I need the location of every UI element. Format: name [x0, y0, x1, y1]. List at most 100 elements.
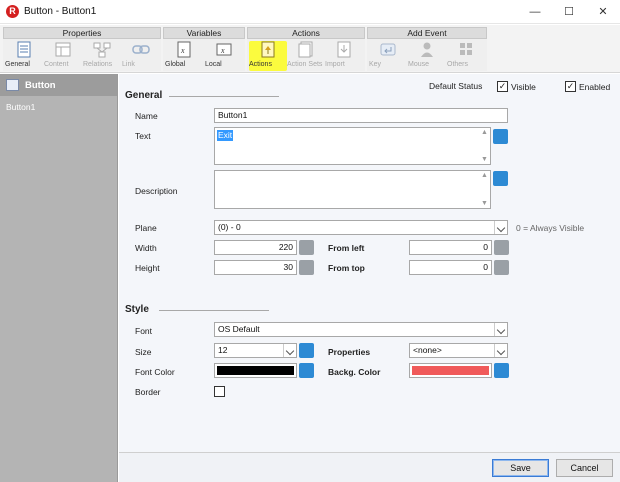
- font-color-label: Font Color: [135, 367, 175, 377]
- style-section-title: Style: [125, 304, 149, 315]
- backg-color-fill: [412, 366, 489, 375]
- local-variables-button[interactable]: x Local: [205, 41, 243, 71]
- properties-group: Properties General Content Relations Lin…: [3, 27, 161, 71]
- action-sets-button[interactable]: Action Sets: [287, 41, 325, 71]
- actions-icon: [261, 41, 275, 58]
- backg-color-label: Backg. Color: [328, 367, 381, 377]
- relations-tab-button[interactable]: Relations: [83, 41, 121, 71]
- font-value: OS Default: [218, 324, 260, 334]
- height-calc-icon[interactable]: [299, 260, 314, 275]
- description-edit-icon[interactable]: [493, 171, 508, 186]
- content-tab-button[interactable]: Content: [44, 41, 82, 71]
- backg-color-swatch[interactable]: [409, 363, 492, 378]
- text-label: Text: [135, 131, 151, 141]
- visible-label: Visible: [511, 82, 536, 92]
- text-edit-icon[interactable]: [493, 129, 508, 144]
- from-left-calc-icon[interactable]: [494, 240, 509, 255]
- cancel-button[interactable]: Cancel: [556, 459, 613, 477]
- others-event-button[interactable]: Others: [447, 41, 485, 71]
- object-list-item[interactable]: Button1: [6, 102, 35, 112]
- close-button[interactable]: ✕: [586, 0, 620, 24]
- global-variables-button[interactable]: x Global: [165, 41, 203, 71]
- plane-select[interactable]: (0) - 0: [214, 220, 508, 235]
- width-input[interactable]: 220: [214, 240, 297, 255]
- plane-value: (0) - 0: [218, 222, 241, 232]
- svg-text:x: x: [220, 46, 225, 55]
- content-tab-label: Content: [44, 61, 69, 68]
- object-tree-header: Button: [0, 74, 117, 96]
- key-label: Key: [369, 61, 382, 68]
- window-title: Button - Button1: [24, 6, 97, 17]
- text-scrollbar[interactable]: ▲ ▼: [479, 128, 490, 164]
- link-icon: [132, 45, 150, 54]
- size-apply-icon[interactable]: [299, 343, 314, 358]
- text-value-selected: Exit: [217, 130, 234, 141]
- size-select[interactable]: 12: [214, 343, 297, 358]
- backg-color-picker-icon[interactable]: [494, 363, 509, 378]
- relations-tab-label: Relations: [83, 61, 113, 68]
- font-color-swatch[interactable]: [214, 363, 297, 378]
- description-scrollbar[interactable]: ▲ ▼: [479, 171, 490, 208]
- width-calc-icon[interactable]: [299, 240, 314, 255]
- font-label: Font: [135, 326, 153, 336]
- ribbon-toolbar: Properties General Content Relations Lin…: [0, 25, 620, 73]
- maximize-button[interactable]: ☐: [552, 0, 586, 24]
- from-left-input[interactable]: 0: [409, 240, 492, 255]
- description-textarea[interactable]: ▲ ▼: [214, 170, 491, 209]
- properties-select[interactable]: <none>: [409, 343, 508, 358]
- link-tab-button[interactable]: Link: [122, 41, 160, 71]
- import-label: Import: [325, 61, 345, 68]
- local-label: Local: [205, 61, 222, 68]
- plane-hint: 0 = Always Visible: [516, 223, 585, 233]
- actions-button[interactable]: Actions: [249, 41, 287, 71]
- action-sets-icon: [298, 41, 313, 58]
- style-section-divider: [159, 310, 269, 311]
- add-event-group: Add Event Key Mouse Others: [367, 27, 487, 71]
- key-icon: [380, 43, 396, 56]
- link-tab-label: Link: [122, 61, 135, 68]
- action-sets-label: Action Sets: [287, 61, 323, 68]
- size-dropdown-arrow-icon: [283, 344, 296, 357]
- mouse-event-button[interactable]: Mouse: [408, 41, 446, 71]
- others-label: Others: [447, 61, 469, 68]
- from-top-calc-icon[interactable]: [494, 260, 509, 275]
- general-tab-label: General: [5, 61, 30, 68]
- variables-group: Variables x Global x Local: [163, 27, 245, 71]
- font-color-picker-icon[interactable]: [299, 363, 314, 378]
- import-icon: [337, 41, 351, 58]
- variables-group-header: Variables: [163, 27, 245, 39]
- height-input[interactable]: 30: [214, 260, 297, 275]
- minimize-button[interactable]: —: [518, 0, 552, 24]
- border-checkbox[interactable]: [214, 386, 225, 397]
- relations-icon: [93, 42, 111, 58]
- enabled-checkbox[interactable]: ✓: [565, 81, 576, 92]
- dialog-footer: Save Cancel: [119, 452, 620, 482]
- global-label: Global: [165, 61, 186, 68]
- add-event-group-header: Add Event: [367, 27, 487, 39]
- plane-dropdown-arrow-icon: [494, 221, 507, 234]
- button-object-icon: [6, 79, 19, 91]
- name-input[interactable]: Button1: [214, 108, 508, 123]
- font-select[interactable]: OS Default: [214, 322, 508, 337]
- properties-label: Properties: [328, 347, 371, 357]
- border-label: Border: [135, 387, 161, 397]
- app-logo-icon: R: [6, 5, 19, 18]
- mouse-icon: [421, 42, 433, 57]
- from-top-input[interactable]: 0: [409, 260, 492, 275]
- size-label: Size: [135, 347, 152, 357]
- text-textarea[interactable]: Exit ▲ ▼: [214, 127, 491, 165]
- general-tab-button[interactable]: General: [5, 41, 43, 71]
- size-value: 12: [218, 345, 228, 355]
- description-label: Description: [135, 186, 178, 196]
- svg-text:x: x: [180, 46, 185, 55]
- general-icon: [17, 41, 31, 58]
- default-status-label: Default Status: [429, 81, 483, 91]
- visible-checkbox[interactable]: ✓: [497, 81, 508, 92]
- import-button[interactable]: Import: [325, 41, 363, 71]
- local-variable-icon: x: [216, 43, 232, 56]
- save-button[interactable]: Save: [492, 459, 549, 477]
- name-label: Name: [135, 111, 158, 121]
- title-bar: R Button - Button1 — ☐ ✕: [0, 0, 620, 24]
- mouse-label: Mouse: [408, 61, 430, 68]
- key-event-button[interactable]: Key: [369, 41, 407, 71]
